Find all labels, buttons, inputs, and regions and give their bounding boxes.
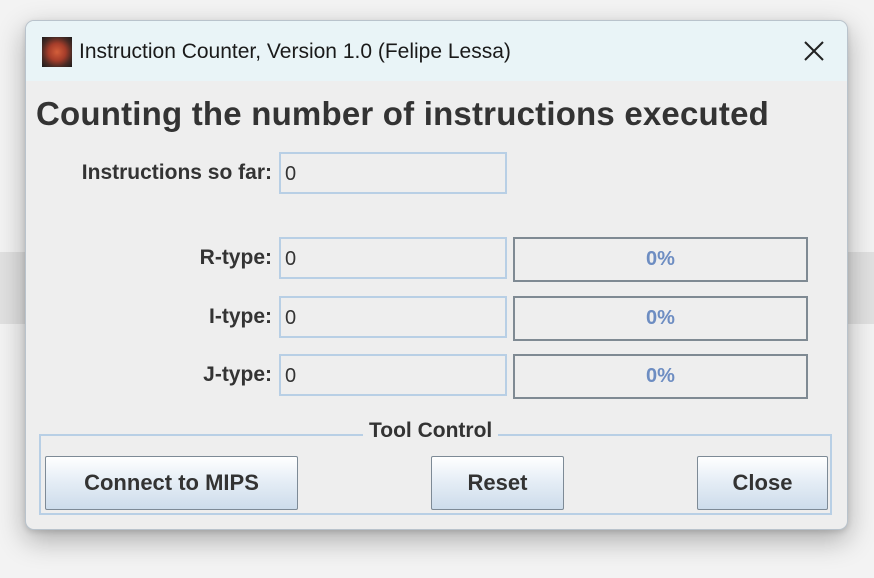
close-icon[interactable] — [799, 36, 829, 66]
j-type-progress-bar: 0% — [513, 354, 808, 399]
instructions-so-far-field[interactable]: 0 — [279, 152, 507, 194]
r-type-field[interactable]: 0 — [279, 237, 507, 279]
j-type-field[interactable]: 0 — [279, 354, 507, 396]
r-type-progress-bar: 0% — [513, 237, 808, 282]
i-type-label: I-type: — [209, 305, 272, 328]
i-type-percent: 0% — [646, 307, 675, 329]
tool-control-title: Tool Control — [363, 419, 499, 443]
j-type-percent: 0% — [646, 365, 675, 387]
page-heading: Counting the number of instructions exec… — [36, 95, 769, 132]
reset-button[interactable]: Reset — [431, 456, 564, 510]
instructions-so-far-label: Instructions so far: — [81, 161, 272, 184]
j-type-label: J-type: — [203, 363, 272, 386]
connect-to-mips-button[interactable]: Connect to MIPS — [45, 456, 298, 510]
title-bar: Instruction Counter, Version 1.0 (Felipe… — [26, 21, 847, 81]
i-type-field[interactable]: 0 — [279, 296, 507, 338]
mars-app-icon — [42, 37, 72, 67]
r-type-percent: 0% — [646, 248, 675, 270]
instruction-counter-window: Instruction Counter, Version 1.0 (Felipe… — [25, 20, 848, 530]
i-type-progress-bar: 0% — [513, 296, 808, 341]
r-type-label: R-type: — [199, 246, 272, 269]
close-button[interactable]: Close — [697, 456, 828, 510]
window-title: Instruction Counter, Version 1.0 (Felipe… — [79, 40, 511, 63]
